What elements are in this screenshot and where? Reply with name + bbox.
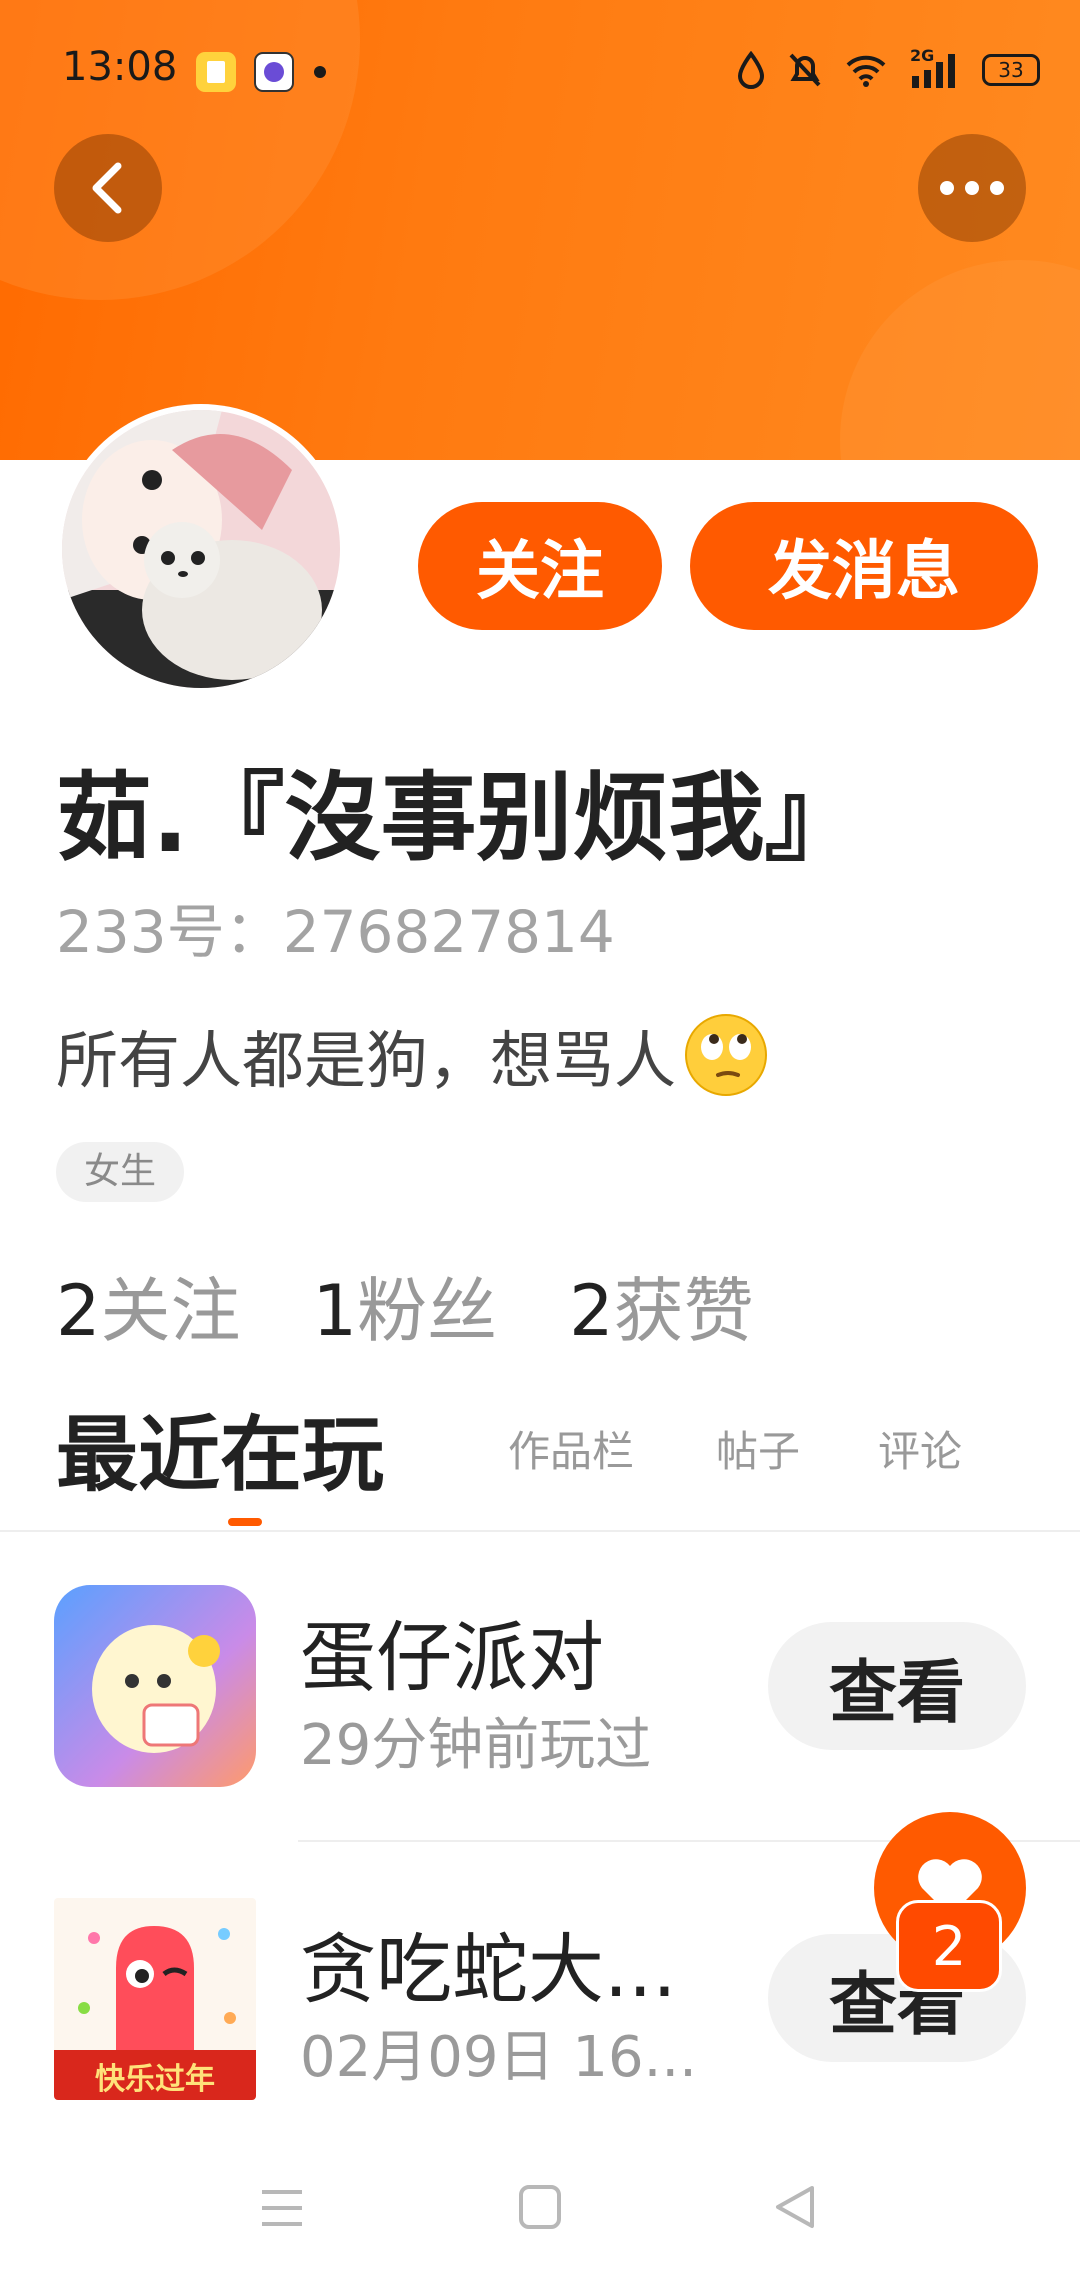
system-navigation-bar [0,2140,1080,2280]
list-item[interactable]: 蛋仔派对 29分钟前玩过 查看 [0,1540,1080,1840]
stat-label: 获赞 [613,1270,754,1352]
bio-text: 所有人都是狗，想骂人 [56,1024,677,1097]
notification-app-icon [196,52,236,92]
battery-icon: 33 [982,54,1040,86]
battery-level: 33 [998,58,1024,82]
profile-stats: 2关注 1粉丝 2获赞 [56,1255,754,1356]
profile-name: 茹.『沒事别烦我』 [56,762,861,874]
tab-posts[interactable]: 帖子 [716,1418,800,1479]
tab-recently-played[interactable]: 最近在玩 [56,1388,384,1507]
more-options-button[interactable] [918,134,1026,242]
eye-roll-emoji-icon: 🙄 [682,1011,770,1099]
tab-comments[interactable]: 评论 [878,1418,962,1479]
stat-label: 关注 [100,1270,241,1352]
game-icon: 快乐过年 [54,1898,256,2100]
back-button[interactable] [54,134,162,242]
tab-works[interactable]: 作品栏 [508,1418,634,1479]
user-id: 233号：276827814 [56,898,615,966]
game-last-played: 29分钟前玩过 [300,1713,652,1778]
divider [0,1530,1080,1532]
game-title: 贪吃蛇大... [300,1925,677,2014]
stat-label: 粉丝 [357,1270,498,1352]
profile-bio: 所有人都是狗，想骂人 🙄 [56,1010,770,1100]
game-last-played: 02月09日 16... [300,2025,697,2090]
status-bar: 13:08 2G 33 [0,0,1080,150]
stat-count: 2 [56,1270,101,1352]
stat-count: 2 [569,1270,614,1352]
home-icon[interactable] [518,2184,562,2230]
mute-bell-icon [789,53,821,87]
avatar[interactable] [56,404,346,694]
send-message-button[interactable]: 发消息 [690,502,1038,630]
game-title: 蛋仔派对 [300,1613,604,1702]
back-triangle-icon[interactable] [772,2184,816,2230]
game-icon [54,1585,256,1787]
follow-button[interactable]: 关注 [418,502,662,630]
chevron-left-icon [92,162,122,214]
stat-following[interactable]: 2关注 [56,1255,241,1356]
stat-followers[interactable]: 1粉丝 [313,1255,498,1356]
cellular-signal-icon: 2G [910,46,960,90]
active-tab-indicator [228,1518,262,1526]
notification-app-icon [254,52,294,92]
water-drop-icon [737,51,765,89]
fab-count-badge: 2 [896,1900,1002,1992]
notification-dot [314,66,326,78]
network-type-label: 2G [910,46,935,65]
more-dots-icon [940,181,1004,195]
stat-count: 1 [312,1270,358,1352]
profile-tabs: 最近在玩 作品栏 帖子 评论 [56,1388,1056,1528]
view-button[interactable]: 查看 [768,1622,1026,1750]
gender-tag: 女生 [56,1142,185,1202]
status-time: 13:08 [62,44,178,90]
game-icon-banner: 快乐过年 [95,2062,215,2097]
stat-likes[interactable]: 2获赞 [569,1255,754,1356]
wifi-icon [846,55,886,87]
menu-icon[interactable] [258,2186,306,2230]
